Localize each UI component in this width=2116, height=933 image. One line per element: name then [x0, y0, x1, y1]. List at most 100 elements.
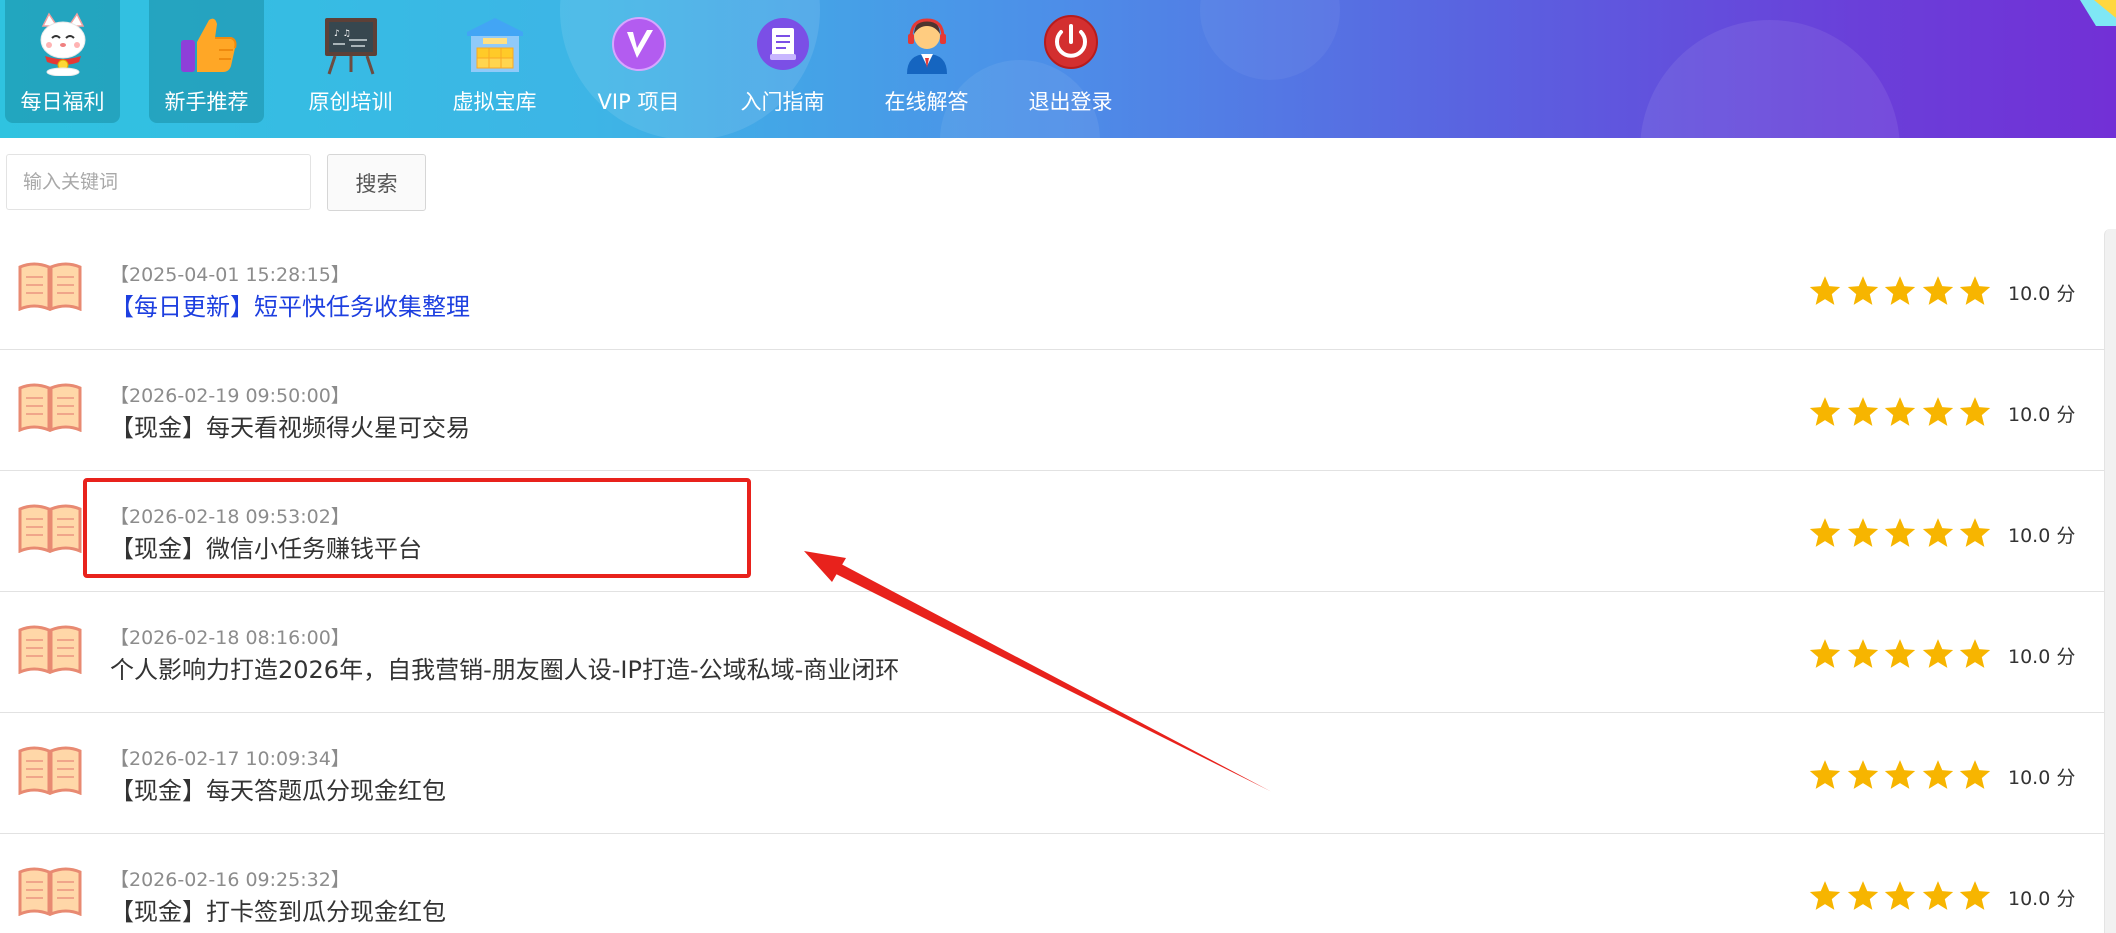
star-icon — [1884, 276, 1916, 305]
nav-item-virtual-treasury[interactable]: 虚拟宝库 — [437, 0, 552, 123]
star-icon — [1809, 518, 1841, 547]
article-date: 【2026-02-18 09:53:02】 — [110, 506, 350, 528]
star-icon — [1884, 639, 1916, 668]
open-book-icon — [18, 625, 82, 674]
list-item[interactable]: 【2026-02-18 09:53:02】 【现金】微信小任务赚钱平台 10.0… — [0, 471, 2104, 592]
rating-stars — [1808, 395, 1996, 429]
star-icon — [1884, 760, 1916, 789]
rating-stars — [1808, 637, 1996, 671]
nav-item-label: 每日福利 — [20, 90, 105, 114]
article-score: 10.0 分 — [2008, 404, 2076, 426]
star-icon — [1847, 881, 1878, 910]
nav-item-online-answers[interactable]: 在线解答 — [869, 0, 984, 123]
article-title-link[interactable]: 【现金】每天答题瓜分现金红包 — [110, 771, 446, 806]
star-icon — [1809, 760, 1841, 789]
search-button[interactable]: 搜索 — [327, 154, 426, 211]
list-item[interactable]: 【2026-02-16 09:25:32】 【现金】打卡签到瓜分现金红包 10.… — [0, 834, 2104, 933]
nav-item-label: VIP 项目 — [597, 90, 680, 114]
nav-item-vip-project[interactable]: VIP 项目 — [581, 0, 696, 123]
article-title-link[interactable]: 【每日更新】短平快任务收集整理 — [110, 287, 470, 322]
nav-item-label: 退出登录 — [1028, 90, 1113, 114]
corner-decoration-icon — [2080, 0, 2116, 26]
article-title-link[interactable]: 【现金】打卡签到瓜分现金红包 — [110, 892, 446, 927]
article-date: 【2026-02-19 09:50:00】 — [110, 385, 350, 407]
list-item[interactable]: 【2026-02-18 08:16:00】 个人影响力打造2026年，自我营销-… — [0, 592, 2104, 713]
thumbs-up-icon — [180, 18, 236, 73]
article-score: 10.0 分 — [2008, 525, 2076, 547]
header-decoration — [1640, 20, 1900, 138]
star-icon — [1959, 518, 1991, 547]
article-list: 【2025-04-01 15:28:15】 【每日更新】短平快任务收集整理 10… — [0, 229, 2104, 933]
list-item[interactable]: 【2026-02-19 09:50:00】 【现金】每天看视频得火星可交易 10… — [0, 350, 2104, 471]
open-book-icon — [18, 383, 82, 432]
article-title-link[interactable]: 【现金】微信小任务赚钱平台 — [110, 529, 422, 564]
star-icon — [1884, 881, 1916, 910]
header-decoration — [1200, 0, 1340, 80]
svg-text:♪ ♫: ♪ ♫ — [334, 29, 351, 39]
open-book-icon — [18, 262, 82, 311]
star-icon — [1959, 276, 1991, 305]
star-icon — [1809, 397, 1841, 426]
star-icon — [1809, 639, 1841, 668]
star-icon — [1922, 518, 1953, 547]
star-icon — [1884, 518, 1916, 547]
lucky-cat-icon — [40, 12, 85, 76]
document-icon — [756, 18, 809, 70]
nav-item-original-training[interactable]: ♪ ♫ 原创培训 — [293, 0, 408, 123]
article-score: 10.0 分 — [2008, 646, 2076, 668]
nav-item-label: 虚拟宝库 — [452, 90, 537, 114]
star-icon — [1922, 276, 1953, 305]
open-book-icon — [18, 504, 82, 553]
open-book-icon — [18, 746, 82, 795]
star-icon — [1922, 397, 1953, 426]
nav-item-getting-started[interactable]: 入门指南 — [725, 0, 840, 123]
star-icon — [1847, 639, 1878, 668]
article-title-link[interactable]: 个人影响力打造2026年，自我营销-朋友圈人设-IP打造-公域私域-商业闭环 — [110, 650, 899, 685]
star-icon — [1959, 760, 1991, 789]
star-icon — [1847, 518, 1878, 547]
article-date: 【2026-02-17 10:09:34】 — [110, 748, 350, 770]
star-icon — [1959, 881, 1991, 910]
article-score: 10.0 分 — [2008, 283, 2076, 305]
article-title-link[interactable]: 【现金】每天看视频得火星可交易 — [110, 408, 470, 443]
rating-stars — [1808, 758, 1996, 792]
nav-item-label: 入门指南 — [740, 90, 825, 114]
rating-stars — [1808, 879, 1996, 913]
rating-stars — [1808, 274, 1996, 308]
star-icon — [1922, 639, 1953, 668]
support-agent-icon — [906, 18, 947, 74]
nav-item-label: 新手推荐 — [164, 90, 249, 114]
star-icon — [1884, 397, 1916, 426]
star-icon — [1959, 397, 1991, 426]
star-icon — [1847, 760, 1878, 789]
star-icon — [1922, 760, 1953, 789]
open-book-icon — [18, 867, 82, 916]
chalkboard-icon: ♪ ♫ — [324, 18, 377, 75]
vip-icon — [611, 17, 666, 71]
top-navigation-bar: 每日福利 新手推荐 ♪ ♫ 原创培训 虚拟宝库 VIP 项目 入门指南 在线解答… — [0, 0, 2116, 138]
star-icon — [1959, 639, 1991, 668]
star-icon — [1922, 881, 1953, 910]
star-icon — [1847, 276, 1878, 305]
star-icon — [1847, 397, 1878, 426]
article-score: 10.0 分 — [2008, 767, 2076, 789]
article-date: 【2025-04-01 15:28:15】 — [110, 264, 350, 286]
list-item[interactable]: 【2025-04-01 15:28:15】 【每日更新】短平快任务收集整理 10… — [0, 229, 2104, 350]
warehouse-icon — [466, 18, 523, 72]
article-score: 10.0 分 — [2008, 888, 2076, 910]
power-icon — [1043, 15, 1098, 69]
rating-stars — [1808, 516, 1996, 550]
nav-item-logout[interactable]: 退出登录 — [1013, 0, 1128, 123]
nav-item-newbie-recommend[interactable]: 新手推荐 — [149, 0, 264, 123]
list-item[interactable]: 【2026-02-17 10:09:34】 【现金】每天答题瓜分现金红包 10.… — [0, 713, 2104, 834]
star-icon — [1809, 881, 1841, 910]
nav-item-label: 原创培训 — [308, 90, 393, 114]
article-date: 【2026-02-18 08:16:00】 — [110, 627, 350, 649]
search-input[interactable] — [6, 154, 311, 210]
article-date: 【2026-02-16 09:25:32】 — [110, 869, 350, 891]
scrollbar-track[interactable] — [2104, 229, 2116, 933]
nav-item-label: 在线解答 — [884, 90, 969, 114]
nav-item-daily-welfare[interactable]: 每日福利 — [5, 0, 120, 123]
nav-menu: 每日福利 新手推荐 ♪ ♫ 原创培训 虚拟宝库 VIP 项目 入门指南 在线解答… — [5, 0, 1157, 123]
star-icon — [1809, 276, 1841, 305]
